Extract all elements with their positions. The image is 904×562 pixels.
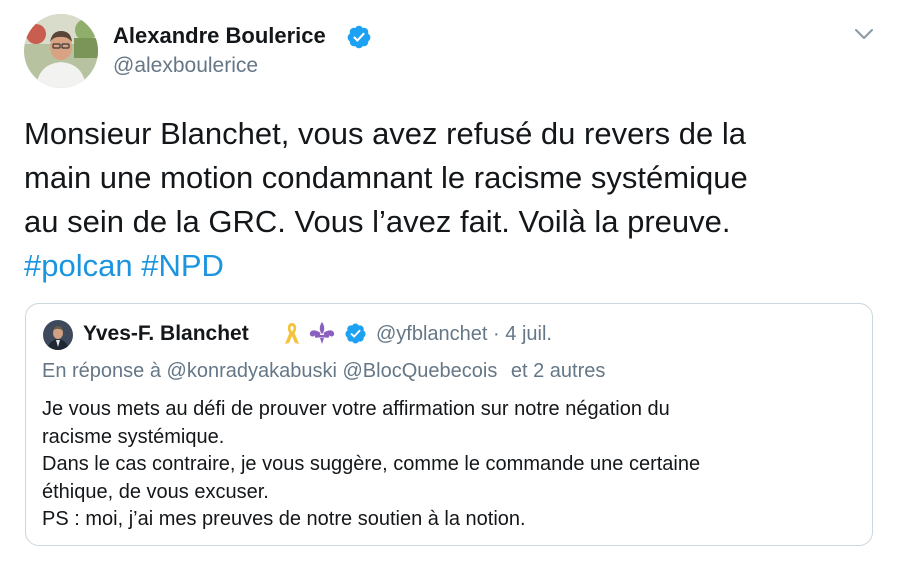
reply-mention[interactable]: @konradyakabuski xyxy=(167,360,337,382)
verified-badge-icon xyxy=(345,323,366,344)
tweet-text-line: au sein de la GRC. Vous l’avez fait. Voi… xyxy=(24,204,731,239)
fleur-de-lis-icon xyxy=(309,322,335,344)
quoted-tweet-text: Je vous mets au défi de prouver votre af… xyxy=(42,396,862,534)
quoted-text-line: PS : moi, j’ai mes preuves de notre sout… xyxy=(42,508,526,530)
tweet-text-line: main une motion condamnant le racisme sy… xyxy=(24,160,748,195)
hashtags-line: #polcan #NPD xyxy=(24,244,884,288)
hashtag-polcan[interactable]: #polcan xyxy=(24,248,133,283)
quoted-author-name[interactable]: Yves-F. Blanchet xyxy=(83,321,249,347)
author-handle[interactable]: @alexboulerice xyxy=(113,53,258,79)
quoted-author-avatar[interactable] xyxy=(43,320,73,350)
hashtag-npd[interactable]: #NPD xyxy=(141,248,224,283)
author-avatar[interactable] xyxy=(24,14,98,88)
quoted-text-line: Je vous mets au défi de prouver votre af… xyxy=(42,398,670,420)
quoted-text-line: racisme systémique. xyxy=(42,425,225,448)
reply-others[interactable]: et 2 autres xyxy=(511,360,606,382)
tweet-text: Monsieur Blanchet, vous avez refusé du r… xyxy=(24,112,884,288)
quoted-tweet-date[interactable]: 4 juil. xyxy=(505,323,552,345)
reply-context: En réponse à @konradyakabuski @BlocQuebe… xyxy=(42,358,605,384)
meta-separator: · xyxy=(493,323,500,345)
quoted-author-meta: @yfblanchet · 4 juil. xyxy=(376,321,552,347)
tweet: Alexandre Boulerice @alexboulerice Monsi… xyxy=(0,0,904,562)
reply-prefix: En réponse à xyxy=(42,360,161,382)
quoted-text-line: Dans le cas contraire, je vous suggère, … xyxy=(42,453,701,475)
author-name[interactable]: Alexandre Boulerice xyxy=(113,22,326,50)
verified-badge-icon xyxy=(347,25,371,49)
reply-mention[interactable]: @BlocQuebecois xyxy=(343,360,498,382)
quoted-text-line: éthique, de vous excuser. xyxy=(42,480,269,503)
chevron-down-icon[interactable] xyxy=(852,24,876,44)
yellow-ribbon-icon xyxy=(285,323,299,344)
quoted-author-handle[interactable]: @yfblanchet xyxy=(376,323,487,345)
tweet-text-line: Monsieur Blanchet, vous avez refusé du r… xyxy=(24,116,746,151)
quoted-tweet[interactable]: Yves-F. Blanchet @yfblanchet · 4 juil. E… xyxy=(25,303,873,546)
